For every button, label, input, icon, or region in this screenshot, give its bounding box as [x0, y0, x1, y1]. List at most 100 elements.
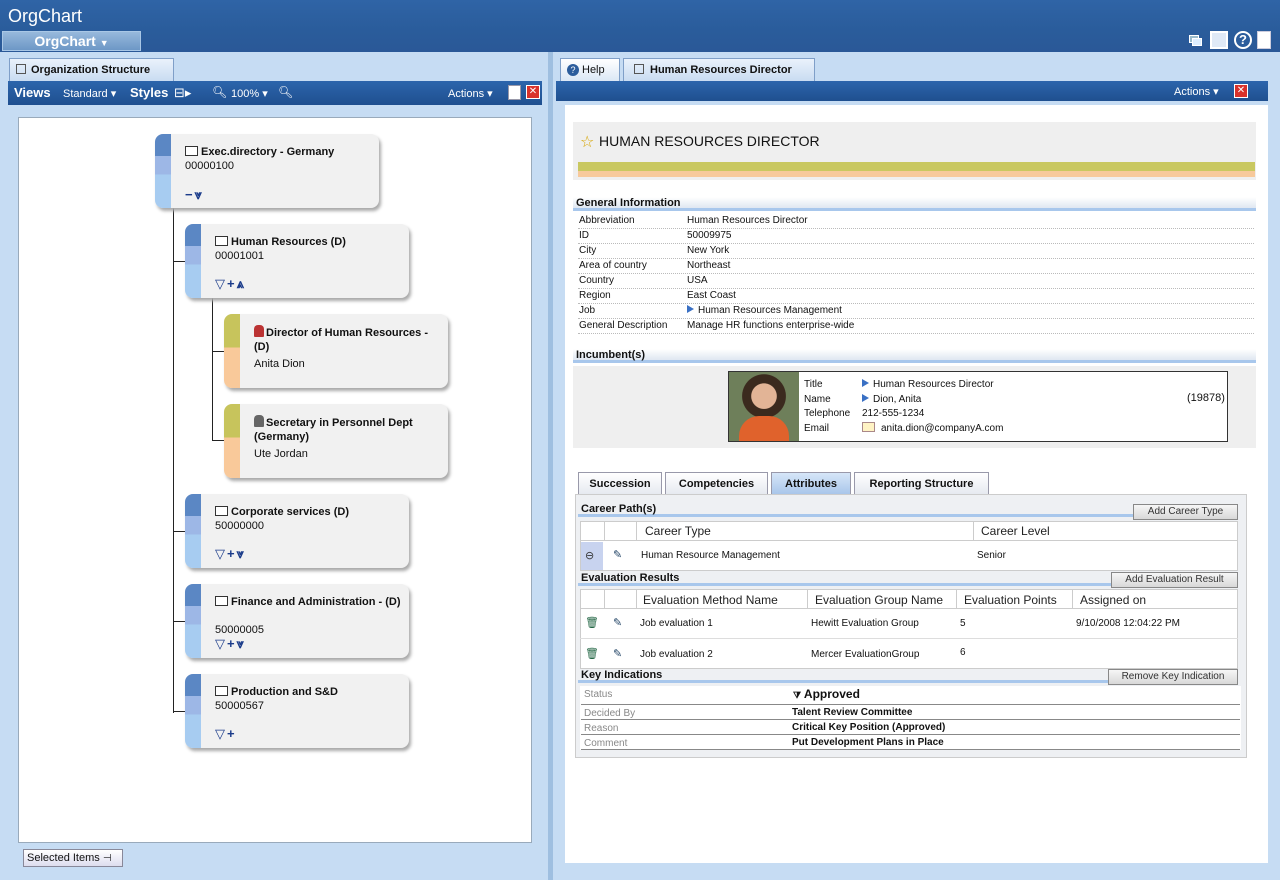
remove-key-indication-button[interactable]: Remove Key Indication: [1108, 669, 1238, 685]
org-chart-canvas[interactable]: Exec.directory - Germany 00000100 −⩔ Hum…: [18, 117, 532, 843]
connector-line: [173, 261, 185, 262]
tab-competencies[interactable]: Competencies: [665, 472, 768, 494]
incumbent-email-link[interactable]: anita.dion@companyA.com: [862, 421, 1004, 437]
incumbent-photo: [729, 372, 799, 441]
link-icon[interactable]: ⊖: [585, 549, 594, 562]
col-divider: [604, 589, 605, 609]
org-node[interactable]: Human Resources (D) 00001001 ▽+⩓: [185, 224, 409, 298]
envelope-icon: [862, 421, 875, 432]
tab-help[interactable]: ? Help: [560, 58, 620, 82]
connector-line: [212, 298, 213, 440]
title-bar: [0, 0, 1280, 52]
evaluation-method-cell: Job evaluation 1: [640, 618, 713, 629]
tab-attributes[interactable]: Attributes: [771, 472, 851, 494]
tab-human-resources-director[interactable]: Human Resources Director: [623, 58, 815, 82]
funnel-icon: ⧩: [793, 690, 802, 700]
org-node[interactable]: Secretary in Personnel Dept (Germany) Ut…: [224, 404, 448, 478]
org-node[interactable]: Exec.directory - Germany 00000100 −⩔: [155, 134, 379, 208]
edit-icon[interactable]: ✎: [613, 548, 622, 561]
close-icon[interactable]: ✕: [1234, 84, 1248, 98]
col-evaluation-method[interactable]: Evaluation Method Name: [643, 593, 778, 607]
selected-items-tab[interactable]: Selected Items ⊣: [23, 849, 123, 867]
tab-organization-structure[interactable]: Organization Structure: [9, 58, 174, 82]
info-value: Northeast: [687, 260, 731, 271]
incumbent-title-link[interactable]: Human Resources Director: [862, 378, 1003, 393]
link-arrow-icon: [862, 379, 869, 387]
zoom-dropdown[interactable]: 100% ▾: [231, 87, 268, 100]
job-link[interactable]: Human Resources Management: [687, 304, 842, 318]
node-stripe: [185, 224, 201, 298]
zoom-out-icon[interactable]: 🔍︎: [212, 85, 227, 99]
node-title-text: Secretary in Personnel Dept (Germany): [254, 417, 413, 443]
col-divider: [956, 589, 957, 609]
col-assigned-on[interactable]: Assigned on: [1080, 593, 1146, 607]
actions-dropdown[interactable]: Actions ▾: [448, 87, 493, 100]
evaluation-method-cell: Job evaluation 2: [640, 649, 713, 660]
add-evaluation-result-button[interactable]: Add Evaluation Result: [1111, 572, 1238, 588]
org-structure-icon: [16, 64, 26, 74]
section-general-information: General Information: [573, 197, 1256, 211]
info-value: Human Resources Director: [687, 215, 808, 226]
actions-dropdown[interactable]: Actions ▾: [1174, 85, 1219, 98]
settings-icon[interactable]: [1257, 31, 1271, 49]
node-controls[interactable]: ▽+⩔: [215, 546, 246, 562]
windows-icon[interactable]: [1187, 33, 1203, 47]
label-email: Email: [804, 422, 830, 434]
info-row: Country USA: [578, 274, 1254, 289]
org-node[interactable]: Production and S&D 50000567 ▽+: [185, 674, 409, 748]
hierarchy-style-icon[interactable]: ⊟▸: [174, 85, 191, 101]
chevron-down-icon: ▾: [487, 88, 493, 100]
views-dropdown[interactable]: Standard ▾: [63, 87, 116, 100]
node-id: 50000005: [215, 624, 264, 636]
info-row: City New York: [578, 244, 1254, 259]
connector-line: [173, 621, 185, 622]
row-divider: [581, 734, 1240, 735]
zoom-in-icon[interactable]: 🔍︎: [278, 85, 293, 99]
org-node[interactable]: Corporate services (D) 50000000 ▽+⩔: [185, 494, 409, 568]
label-title: Title: [804, 379, 823, 390]
trash-icon[interactable]: 🗑︎: [585, 647, 599, 660]
incumbent-name-link[interactable]: Dion, Anita: [862, 393, 1003, 408]
node-controls[interactable]: ▽+⩓: [215, 276, 246, 292]
header-band: [578, 162, 1255, 171]
org-node[interactable]: Director of Human Resources - (D) Anita …: [224, 314, 448, 388]
node-title: Human Resources (D): [215, 235, 405, 249]
node-controls[interactable]: ▽+: [215, 726, 237, 742]
info-row: General Description Manage HR functions e…: [578, 319, 1254, 334]
node-controls[interactable]: −⩔: [185, 187, 204, 203]
col-evaluation-points[interactable]: Evaluation Points: [964, 593, 1057, 607]
row-divider: [581, 749, 1240, 750]
node-stripe: [185, 674, 201, 748]
label-telephone: Telephone: [804, 408, 851, 419]
star-icon[interactable]: ☆: [580, 132, 594, 152]
incumbent-card[interactable]: Title Name Telephone Email Human Resourc…: [728, 371, 1228, 442]
close-icon[interactable]: ✕: [526, 85, 540, 99]
info-row: Job Human Resources Management: [578, 304, 1254, 319]
help-icon[interactable]: ?: [1234, 31, 1252, 49]
chevron-down-icon: ▼: [99, 38, 109, 48]
trash-icon[interactable]: 🗑︎: [585, 616, 599, 629]
info-key: Area of country: [579, 260, 647, 271]
info-key: ID: [579, 230, 589, 241]
tab-reporting-structure[interactable]: Reporting Structure: [854, 472, 989, 494]
org-node[interactable]: Finance and Administration - (D) 5000000…: [185, 584, 409, 658]
col-divider: [973, 521, 974, 541]
photo-shirt: [739, 416, 789, 441]
edit-icon[interactable]: ✎: [613, 647, 622, 660]
app-menu-button[interactable]: OrgChart ▼: [2, 31, 141, 51]
connector-line: [212, 351, 224, 352]
node-controls[interactable]: ▽+⩔: [215, 636, 246, 652]
layout-icon[interactable]: [1210, 31, 1228, 49]
add-career-type-button[interactable]: Add Career Type: [1133, 504, 1238, 520]
col-evaluation-group[interactable]: Evaluation Group Name: [815, 593, 943, 607]
edit-icon[interactable]: ✎: [613, 616, 622, 629]
connector-line: [173, 531, 185, 532]
tab-succession[interactable]: Succession: [578, 472, 662, 494]
info-value: Manage HR functions enterprise-wide: [687, 320, 855, 331]
col-career-level[interactable]: Career Level: [981, 524, 1050, 538]
node-title: Production and S&D: [215, 685, 405, 699]
col-career-type[interactable]: Career Type: [645, 524, 711, 538]
checklist-icon[interactable]: [508, 85, 521, 100]
node-title: Secretary in Personnel Dept (Germany): [254, 415, 444, 444]
incumbent-email: anita.dion@companyA.com: [881, 422, 1004, 434]
